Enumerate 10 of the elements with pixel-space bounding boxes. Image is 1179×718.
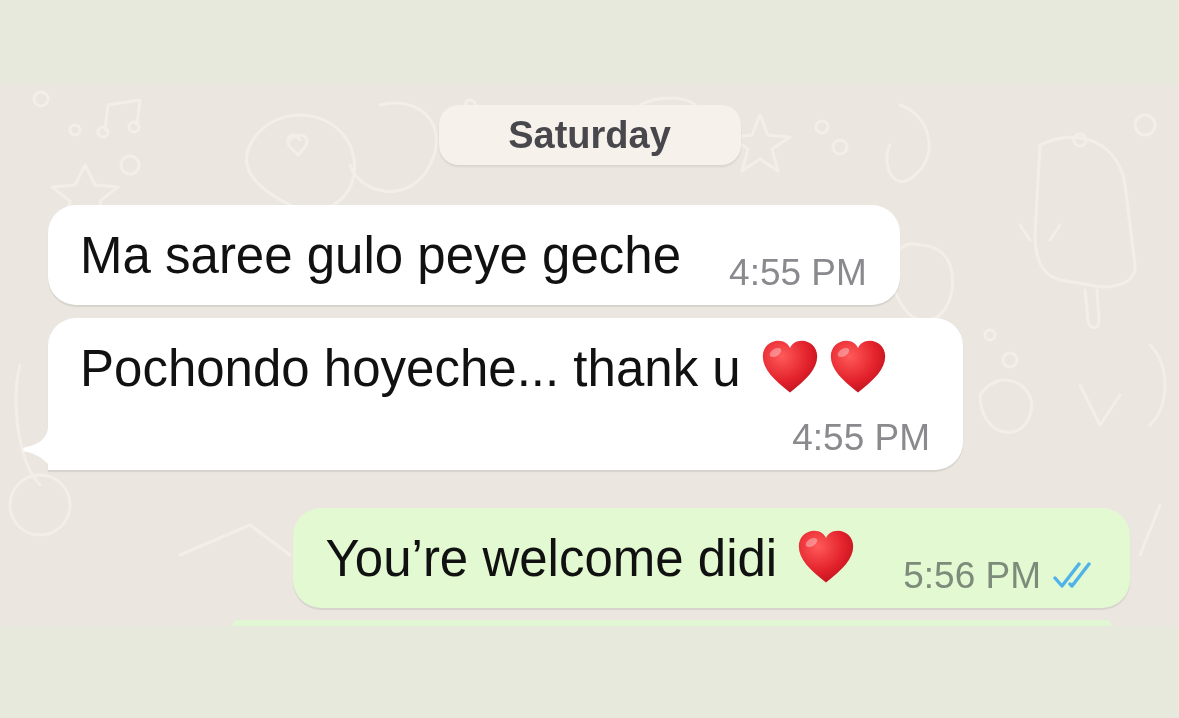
message-text: Ma saree gulo peye geche [80, 226, 682, 286]
message-time: 4:55 PM [729, 253, 867, 293]
heart-icon [797, 529, 856, 585]
message-time: 5:56 PM [903, 556, 1041, 596]
message-time: 4:55 PM [792, 418, 930, 458]
message-text: You’re welcome didi [325, 529, 778, 589]
heart-icon [828, 339, 887, 395]
message-text: Pochondo hoyeche... thank u [80, 339, 741, 399]
heart-icon [760, 339, 819, 395]
date-divider: Saturday [438, 105, 741, 165]
